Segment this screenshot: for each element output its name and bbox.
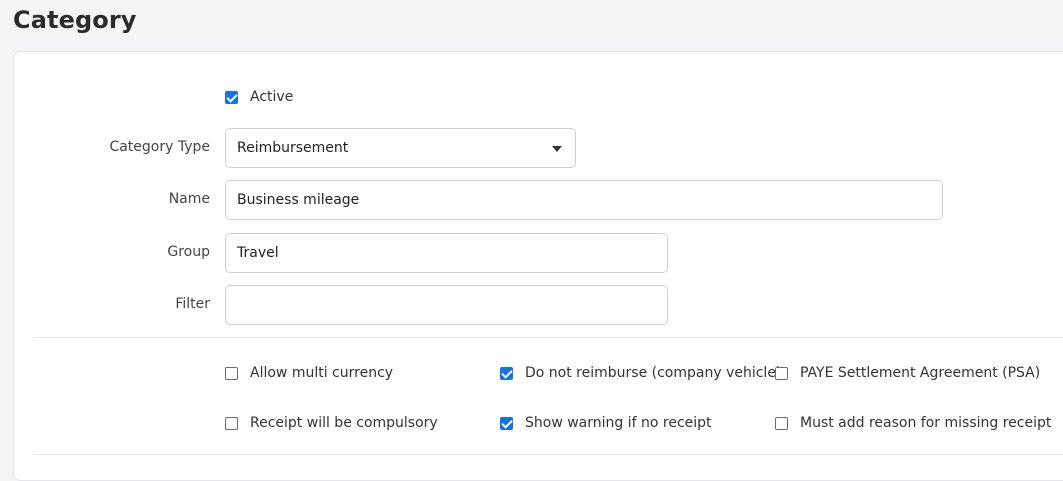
divider xyxy=(33,337,1063,338)
receipt-compulsory-label: Receipt will be compulsory xyxy=(250,415,438,431)
page-title: Category xyxy=(13,6,137,34)
divider xyxy=(33,454,1063,455)
filter-input[interactable] xyxy=(225,285,668,325)
paye-psa-label: PAYE Settlement Agreement (PSA) xyxy=(800,365,1041,381)
group-label: Group xyxy=(167,244,210,260)
filter-label: Filter xyxy=(175,296,210,312)
category-type-select[interactable]: Reimbursement xyxy=(225,128,576,168)
category-type-label: Category Type xyxy=(109,139,210,155)
caret-down-icon xyxy=(552,146,562,152)
active-label: Active xyxy=(250,89,294,105)
name-label: Name xyxy=(168,191,210,207)
name-input[interactable] xyxy=(225,180,943,220)
missing-receipt-reason-label: Must add reason for missing receipt xyxy=(800,415,1052,431)
active-checkbox[interactable] xyxy=(225,91,238,104)
do-not-reimburse-label: Do not reimburse (company vehicle) xyxy=(525,365,782,381)
allow-multi-currency-checkbox[interactable] xyxy=(225,367,238,380)
show-warning-checkbox[interactable] xyxy=(500,417,513,430)
receipt-compulsory-checkbox[interactable] xyxy=(225,417,238,430)
do-not-reimburse-checkbox[interactable] xyxy=(500,367,513,380)
paye-psa-checkbox[interactable] xyxy=(775,367,788,380)
show-warning-label: Show warning if no receipt xyxy=(525,415,712,431)
allow-multi-currency-label: Allow multi currency xyxy=(250,365,394,381)
category-type-value: Reimbursement xyxy=(237,140,349,156)
missing-receipt-reason-checkbox[interactable] xyxy=(775,417,788,430)
group-input[interactable] xyxy=(225,233,668,273)
